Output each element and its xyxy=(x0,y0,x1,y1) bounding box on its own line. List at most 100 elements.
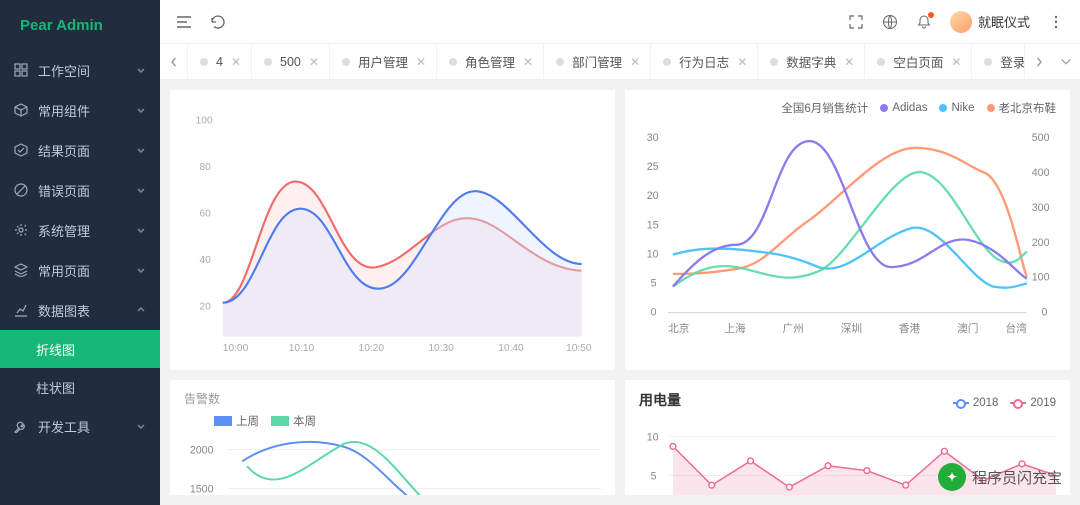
sidebar-item-7[interactable]: 开发工具 xyxy=(0,406,160,446)
tab-0[interactable]: 4✕ xyxy=(188,44,252,80)
sidebar-label: 常用组件 xyxy=(38,101,136,120)
chart-icon xyxy=(14,303,28,317)
sidebar-item-0[interactable]: 工作空间 xyxy=(0,50,160,90)
globe-icon[interactable] xyxy=(882,14,898,30)
tab-dot-icon xyxy=(264,58,272,66)
chevron-down-icon xyxy=(136,65,146,75)
tab-dot-icon xyxy=(877,58,885,66)
tab-7[interactable]: 空白页面 ✕ xyxy=(865,44,972,80)
svg-text:10:10: 10:10 xyxy=(289,343,315,354)
chevron-down-icon xyxy=(136,105,146,115)
svg-text:300: 300 xyxy=(1032,202,1050,214)
wechat-icon: ✦ xyxy=(938,463,966,491)
svg-text:0: 0 xyxy=(651,307,657,319)
close-icon[interactable]: ✕ xyxy=(951,55,961,69)
header: 就眠仪式 xyxy=(160,0,1080,44)
tab-dot-icon xyxy=(663,58,671,66)
username[interactable]: 就眠仪式 xyxy=(978,12,1030,31)
svg-text:10:20: 10:20 xyxy=(359,343,385,354)
refresh-icon[interactable] xyxy=(210,14,226,30)
svg-text:上海: 上海 xyxy=(724,322,746,335)
tab-label: 角色管理 xyxy=(465,52,515,71)
sidebar-item-4[interactable]: 系统管理 xyxy=(0,210,160,250)
sidebar-subitem-0[interactable]: 折线图 xyxy=(0,330,160,368)
check-icon xyxy=(14,143,28,157)
close-icon[interactable]: ✕ xyxy=(737,55,747,69)
sidebar-item-2[interactable]: 结果页面 xyxy=(0,130,160,170)
menu-toggle-icon[interactable] xyxy=(176,14,192,30)
chart3-title: 告警数 xyxy=(184,390,601,407)
sidebar-item-3[interactable]: 错误页面 xyxy=(0,170,160,210)
sidebar-item-5[interactable]: 常用页面 xyxy=(0,250,160,290)
chart4-legend: 2018 2019 xyxy=(953,397,1056,409)
tab-bar: 4✕500✕用户管理✕角色管理✕部门管理✕行为日志✕数据字典✕空白页面✕登录页面… xyxy=(160,44,1080,80)
content: 100 80 60 40 20 10:00 10:10 10:20 10:30 … xyxy=(160,80,1080,505)
svg-text:台湾: 台湾 xyxy=(1006,322,1028,335)
svg-text:15: 15 xyxy=(647,219,659,231)
tab-4[interactable]: 部门管理 ✕ xyxy=(544,44,651,80)
sidebar-subitem-1[interactable]: 柱状图 xyxy=(0,368,160,406)
tab-5[interactable]: 行为日志✕ xyxy=(651,44,758,80)
legend-lastweek: 上周 xyxy=(236,413,259,429)
sidebar-label: 系统管理 xyxy=(38,221,136,240)
svg-text:200: 200 xyxy=(1032,237,1050,249)
avatar[interactable] xyxy=(950,11,972,33)
svg-text:10:30: 10:30 xyxy=(428,343,454,354)
tab-label: 空白页面 xyxy=(893,52,943,71)
tab-2[interactable]: 用户管理✕ xyxy=(330,44,437,80)
fullscreen-icon[interactable] xyxy=(848,14,864,30)
close-icon[interactable]: ✕ xyxy=(630,55,640,69)
svg-text:5: 5 xyxy=(651,278,657,290)
close-icon[interactable]: ✕ xyxy=(523,55,533,69)
tab-label: 数据字典 xyxy=(786,52,836,71)
chevron-up-icon xyxy=(136,305,146,315)
svg-text:澳门: 澳门 xyxy=(957,322,978,335)
chart2-title: 全国6月销售统计 xyxy=(781,100,868,116)
tabs-more-button[interactable] xyxy=(1052,44,1080,80)
grid-icon xyxy=(14,63,28,77)
chevron-down-icon xyxy=(136,185,146,195)
tab-dot-icon xyxy=(200,58,208,66)
legend-2019: 2019 xyxy=(1030,397,1056,409)
svg-text:400: 400 xyxy=(1032,167,1050,179)
tabs-prev-button[interactable] xyxy=(160,44,188,80)
svg-text:10:40: 10:40 xyxy=(498,343,524,354)
tab-label: 部门管理 xyxy=(572,52,622,71)
sidebar-item-1[interactable]: 常用组件 xyxy=(0,90,160,130)
chart-line-1: 100 80 60 40 20 10:00 10:10 10:20 10:30 … xyxy=(170,90,615,370)
tab-label: 登录页面 xyxy=(1000,52,1024,71)
sidebar: Pear Admin 工作空间常用组件结果页面错误页面系统管理常用页面数据图表折… xyxy=(0,0,160,505)
tab-8[interactable]: 登录页面✕ xyxy=(972,44,1024,80)
sidebar-label: 工作空间 xyxy=(38,61,136,80)
svg-text:2000: 2000 xyxy=(190,445,214,457)
tab-dot-icon xyxy=(770,58,778,66)
chart-svg: 30 25 20 15 10 5 0 500 400 300 200 100 0… xyxy=(639,120,1056,358)
cube-icon xyxy=(14,103,28,117)
svg-text:20: 20 xyxy=(200,302,212,313)
close-icon[interactable]: ✕ xyxy=(416,55,426,69)
sidebar-label: 错误页面 xyxy=(38,181,136,200)
chevron-down-icon xyxy=(136,145,146,155)
close-icon[interactable]: ✕ xyxy=(309,55,319,69)
close-icon[interactable]: ✕ xyxy=(844,55,854,69)
legend-thisweek: 本周 xyxy=(293,413,316,429)
sidebar-label: 开发工具 xyxy=(38,417,136,436)
svg-text:60: 60 xyxy=(200,208,212,219)
kebab-icon[interactable] xyxy=(1048,14,1064,30)
bell-icon[interactable] xyxy=(916,14,932,30)
tab-3[interactable]: 角色管理 ✕ xyxy=(437,44,544,80)
legend-adidas: Adidas xyxy=(892,102,927,114)
chart2-legend: 全国6月销售统计 Adidas Nike 老北京布鞋 xyxy=(639,100,1056,116)
tabs-next-button[interactable] xyxy=(1024,44,1052,80)
gear-icon xyxy=(14,223,28,237)
tab-1[interactable]: 500✕ xyxy=(252,44,330,80)
sidebar-item-6[interactable]: 数据图表 xyxy=(0,290,160,330)
close-icon[interactable]: ✕ xyxy=(231,55,241,69)
svg-text:10: 10 xyxy=(647,432,659,444)
tab-dot-icon xyxy=(449,58,457,66)
sidebar-label: 结果页面 xyxy=(38,141,136,160)
tab-dot-icon xyxy=(984,58,992,66)
tab-6[interactable]: 数据字典 ✕ xyxy=(758,44,865,80)
svg-text:广州: 广州 xyxy=(783,323,804,335)
svg-text:10:00: 10:00 xyxy=(223,343,249,354)
